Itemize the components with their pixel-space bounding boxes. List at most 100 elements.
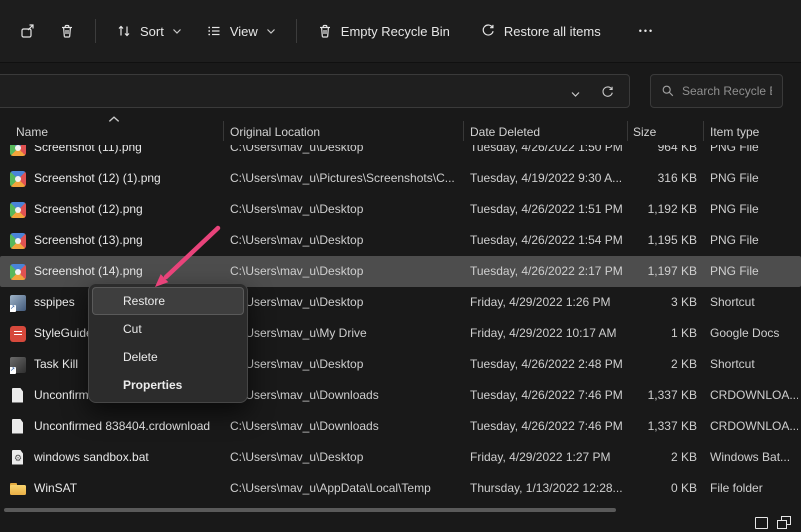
corner-icons (755, 516, 791, 529)
delete-button[interactable] (48, 14, 86, 48)
file-icon (10, 326, 26, 342)
chevron-down-icon (172, 27, 182, 35)
file-name-cell: Unconfirmed 838404.crdownload (10, 411, 222, 442)
size-cell: 1 KB (595, 318, 697, 349)
size-cell: 316 KB (595, 163, 697, 194)
size-cell: 1,337 KB (595, 380, 697, 411)
column-header-type[interactable]: Item type (710, 125, 759, 139)
column-divider[interactable] (703, 121, 704, 141)
column-divider[interactable] (223, 121, 224, 141)
toolbar-separator (296, 19, 297, 43)
empty-recycle-bin-button[interactable]: Empty Recycle Bin (306, 14, 461, 48)
chevron-down-icon (570, 90, 581, 98)
restore-all-items-button[interactable]: Restore all items (469, 14, 612, 48)
file-icon (10, 171, 26, 187)
item-type-cell: Windows Bat... (710, 442, 798, 473)
size-cell: 1,195 KB (595, 225, 697, 256)
original-location-cell: C:\Users\mav_u\Desktop (230, 225, 462, 256)
file-icon (10, 388, 26, 404)
size-cell: 3 KB (595, 287, 697, 318)
original-location-cell: C:\Users\mav_u\AppData\Local\Temp (230, 473, 462, 504)
restore-icon (480, 23, 496, 39)
table-row[interactable]: Screenshot (12) (1).png C:\Users\mav_u\P… (0, 163, 801, 194)
size-cell: 2 KB (595, 442, 697, 473)
column-divider[interactable] (463, 121, 464, 141)
maximize-icon[interactable] (755, 517, 768, 529)
size-cell: 0 KB (595, 473, 697, 504)
file-name: Screenshot (12) (1).png (34, 163, 161, 194)
file-icon (10, 481, 26, 497)
original-location-cell: C:\Users\mav_u\Pictures\Screenshots\C... (230, 163, 462, 194)
original-location-cell: C:\Users\mav_u\My Drive (230, 318, 462, 349)
original-location-cell: C:\Users\mav_u\Desktop (230, 256, 462, 287)
menu-item-cut[interactable]: Cut (92, 315, 244, 343)
refresh-button[interactable] (598, 83, 617, 102)
table-row[interactable]: Unconfirmed 838404.crdownload C:\Users\m… (0, 411, 801, 442)
file-icon (10, 419, 26, 435)
column-divider[interactable] (627, 121, 628, 141)
table-row[interactable]: Screenshot (12).png C:\Users\mav_u\Deskt… (0, 194, 801, 225)
view-button[interactable]: View (195, 14, 287, 48)
table-row[interactable]: Screenshot (11).png C:\Users\mav_u\Deskt… (0, 145, 801, 163)
address-bar[interactable] (0, 74, 630, 108)
original-location-cell: C:\Users\mav_u\Desktop (230, 194, 462, 225)
toolbar-separator (95, 19, 96, 43)
file-name: Screenshot (11).png (34, 145, 142, 163)
recycle-bin-window: Sort View (0, 0, 801, 532)
more-button[interactable]: ••• (628, 17, 665, 45)
original-location-cell: C:\Users\mav_u\Downloads (230, 411, 462, 442)
file-icon (10, 233, 26, 249)
item-type-cell: CRDOWNLOA... (710, 380, 798, 411)
chevron-down-icon (266, 27, 276, 35)
item-type-cell: Google Docs (710, 318, 798, 349)
table-row[interactable]: windows sandbox.bat C:\Users\mav_u\Deskt… (0, 442, 801, 473)
refresh-icon (600, 85, 615, 100)
item-type-cell: PNG File (710, 225, 798, 256)
original-location-cell: C:\Users\mav_u\Downloads (230, 380, 462, 411)
restore-all-items-label: Restore all items (504, 24, 601, 39)
item-type-cell: Shortcut (710, 349, 798, 380)
more-icon: ••• (639, 26, 654, 36)
file-name: WinSAT (34, 473, 77, 504)
item-type-cell: File folder (710, 473, 798, 504)
search-placeholder: Search Recycle Bin (682, 84, 772, 98)
column-header-location[interactable]: Original Location (230, 125, 320, 139)
original-location-cell: C:\Users\mav_u\Desktop (230, 145, 462, 163)
file-name: Screenshot (12).png (34, 194, 143, 225)
table-row[interactable]: Screenshot (13).png C:\Users\mav_u\Deskt… (0, 225, 801, 256)
sort-button[interactable]: Sort (105, 14, 193, 48)
share-button[interactable] (8, 14, 46, 48)
file-name: Unconfirmed 838404.crdownload (34, 411, 210, 442)
item-type-cell: PNG File (710, 145, 798, 163)
table-row[interactable]: WinSAT C:\Users\mav_u\AppData\Local\Temp… (0, 473, 801, 504)
column-header-date[interactable]: Date Deleted (470, 125, 540, 139)
column-header-name[interactable]: Name (16, 125, 48, 139)
file-name: StyleGuide (34, 318, 93, 349)
original-location-cell: C:\Users\mav_u\Desktop (230, 442, 462, 473)
size-cell: 2 KB (595, 349, 697, 380)
file-name-cell: Screenshot (12) (1).png (10, 163, 222, 194)
column-header-size[interactable]: Size (633, 125, 656, 139)
menu-item-properties[interactable]: Properties (92, 371, 244, 399)
file-icon (10, 202, 26, 218)
file-icon (10, 295, 26, 311)
restore-window-icon[interactable] (777, 516, 791, 529)
search-icon (661, 84, 675, 98)
file-icon (10, 145, 26, 156)
original-location-cell: C:\Users\mav_u\Desktop (230, 287, 462, 318)
size-cell: 1,337 KB (595, 411, 697, 442)
file-name-cell: windows sandbox.bat (10, 442, 222, 473)
file-name-cell: Screenshot (12).png (10, 194, 222, 225)
size-cell: 1,192 KB (595, 194, 697, 225)
trash-icon (59, 23, 75, 39)
original-location-cell: C:\Users\mav_u\Desktop (230, 349, 462, 380)
file-name-cell: Screenshot (11).png (10, 145, 222, 163)
view-label: View (230, 24, 258, 39)
menu-item-restore[interactable]: Restore (92, 287, 244, 315)
horizontal-scrollbar[interactable] (4, 508, 616, 512)
toolbar: Sort View (0, 0, 801, 63)
item-type-cell: Shortcut (710, 287, 798, 318)
address-dropdown-button[interactable] (568, 88, 583, 100)
search-box[interactable]: Search Recycle Bin (650, 74, 783, 108)
menu-item-delete[interactable]: Delete (92, 343, 244, 371)
